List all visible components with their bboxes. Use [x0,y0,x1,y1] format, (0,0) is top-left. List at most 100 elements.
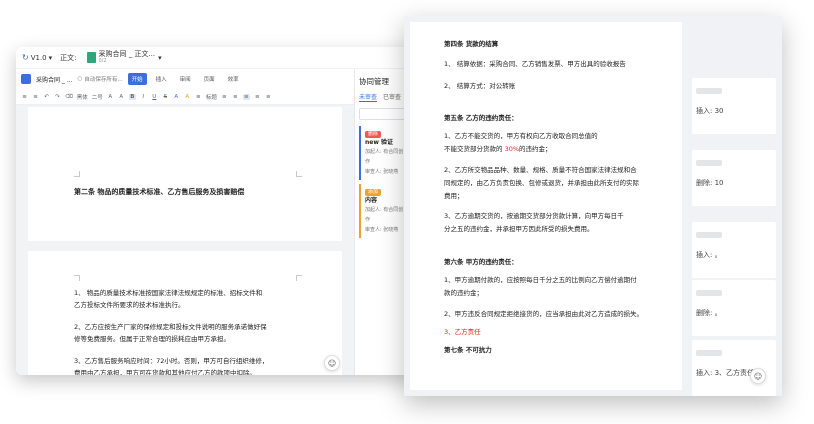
paragraph-line: 1、 结算依据：采购合同、乙方销售发票、甲方出具的验收报告 [444,60,626,68]
author-name [696,160,722,166]
revision-item[interactable]: 插入: 30 [692,78,776,134]
card-author: 加起人: 有合同创作 [365,207,404,223]
card-title: 内容 [365,197,378,204]
revision-item[interactable]: 删除: 10 [692,150,776,206]
crop-mark [296,275,302,281]
document-canvas[interactable]: 第二条 物品的质量技术标准、乙方售后服务及损害赔偿 1、 物品的质量技术标准按国… [16,105,354,375]
font-size-select[interactable]: 二号 [92,93,103,101]
paragraph-line: 2、乙方所交物品品种、数量、规格、质量不符合国家法律法规和合 [444,166,637,174]
redo-icon[interactable]: ↷ [54,94,61,100]
author-name [696,350,722,356]
body-label: 正文: [60,53,77,62]
menu-tab-insert[interactable]: 插入 [152,73,171,85]
status-badge: 删除 [365,131,382,138]
card-reviewer: 审查人: 张晓燕 [365,227,399,233]
menu-tab-review[interactable]: 审阅 [176,73,195,85]
revision-item[interactable]: 删除: 。 [692,280,776,336]
paragraph-line: 不能交货部分货款的 30%的违约金； [444,145,552,153]
author-name [696,88,722,94]
paragraph-line: 款的违约金； [444,289,483,297]
undo-icon[interactable]: ↶ [43,94,50,100]
revision-text: 插入: 。 [696,251,722,259]
version-selector[interactable]: ↻ V1.0 ▾ [22,53,52,62]
revision-text: 删除: 。 [696,309,722,317]
revision-text: 删除: 10 [696,179,724,187]
paragraph-line: 分之五的违约金，并承担甲方因此所受的损失费用。 [444,225,594,233]
clause-heading: 第二条 物品的质量技术标准、乙方售后服务及损害赔偿 [74,188,245,196]
paragraph-line: 3、乙方逾期交货的，按逾期交货部分货款计算，向甲方每日千 [444,212,624,220]
document-title: 采购合同 _ 正文... [98,49,156,58]
editor-doc-name: 采购合同 _ ... [36,76,73,84]
author-name [696,290,722,296]
paragraph-line: 乙方投标文件所要求的技术标准执行。 [74,301,185,309]
title-bar: ↻ V1.0 ▾ 正文: 采购合同 _ 正文... 0/2 ▾ [16,47,416,69]
menu-tab-efficiency[interactable]: 效率 [224,73,243,85]
clause-heading: 第七条 不可抗力 [444,346,492,354]
paragraph-line: 3、乙方售后服务响应时间：72小时。否则，甲方可自行组织维修， [74,357,269,365]
font-grow-icon[interactable]: A [107,94,114,100]
document-page: 第二条 物品的质量技术标准、乙方售后服务及损害赔偿 [28,107,342,241]
list-icon[interactable]: ≡ [21,94,28,100]
align-left-icon[interactable]: ≡ [221,94,228,100]
paragraph-line: 费用由乙方承担，甲方可在货款和其他应付乙方的款项中扣除。 [74,369,256,375]
justify-icon[interactable]: ≡ [254,94,261,100]
align-right-icon[interactable]: ≡ [242,93,250,100]
revision-text: 插入: 3、乙方责任 [696,369,755,377]
card-author: 加起人: 有合同创作 [365,149,404,165]
document-page[interactable]: 第四条 货款的结算 1、 结算依据：采购合同、乙方销售发票、甲方出具的验收报告 … [410,22,682,390]
revision-text: 插入: 30 [696,107,724,115]
revision-list: 插入: 30 删除: 10 插入: 。 删除: 。 插入: 3、乙方责任 [692,22,776,396]
clause-heading: 第四条 货款的结算 [444,40,499,48]
assistant-icon[interactable]: ☺ [324,355,340,371]
menu-tab-start[interactable]: 开始 [127,73,147,85]
list-icon[interactable]: ≡ [32,94,39,100]
highlight-icon[interactable]: A [184,94,191,100]
paragraph-line: 2、甲方违反合同规定拒绝接货的，应当承担由此对乙方造成的损失。 [444,310,644,318]
font-family-select[interactable]: 黑体 [77,93,88,101]
font-shrink-icon[interactable]: A [118,94,125,100]
heading-style-select[interactable]: 标题 [206,93,217,101]
foreground-document-window: 第四条 货款的结算 1、 结算依据：采购合同、乙方销售发票、甲方出具的验收报告 … [404,16,782,396]
paragraph-line: 1、乙方不能交货的，甲方有权向乙方收取合同总值的 [444,132,598,140]
clause-heading: 第六条 甲方的违约责任： [444,258,518,266]
bold-button[interactable]: B [128,93,136,100]
tab-reviewed[interactable]: 已审查 [383,92,401,102]
version-label: V1.0 [30,53,47,62]
clause-heading: 第五条 乙方的违约责任： [444,114,518,122]
assistant-icon[interactable]: ☺ [750,368,766,384]
inserted-paragraph: 3、乙方责任 [444,328,481,336]
document-selector[interactable]: 采购合同 _ 正文... 0/2 ▾ [86,49,162,65]
menu-tab-page[interactable]: 页面 [200,73,219,85]
app-logo-icon [21,74,31,84]
italic-button[interactable]: I [140,94,147,100]
autosave-status: ○ 自动保存所有... [78,75,123,83]
chevron-down-icon: ▾ [48,53,53,62]
paragraph-line: 费用； [444,192,464,200]
paragraph-line: 2、乙方应按生产厂家的保修规定和投标文件说明的服务承诺做好保 [74,323,267,331]
align-center-icon[interactable]: ≡ [232,94,239,100]
paragraph-line: 修等免费服务。但属于正常合理的损耗应由甲方承担。 [74,335,230,343]
card-title: new 验证 [365,139,393,146]
paragraph-line: 1、 物品的质量技术标准按国家法律法规规定的标准、招标文件和 [74,289,263,297]
paragraph-line: 同规定的，由乙方负责包换、包修或退货，并承担由此所支付的实际 [444,179,639,187]
crop-mark [296,171,302,177]
author-name [696,232,722,238]
background-editor-window: ↻ V1.0 ▾ 正文: 采购合同 _ 正文... 0/2 ▾ 采购合同 _ .… [16,47,416,375]
align-icon[interactable]: ≡ [195,94,202,100]
eraser-icon[interactable]: ⌫ [65,94,73,100]
document-icon [86,52,96,63]
revision-item[interactable]: 插入: 。 [692,222,776,278]
cloud-icon: ○ [77,76,83,82]
line-spacing-icon[interactable]: ≡ [265,94,272,100]
revision-item[interactable]: 插入: 3、乙方责任 [692,340,776,396]
underline-button[interactable]: U [151,94,158,100]
tab-unreviewed[interactable]: 未审查 [359,92,378,102]
status-badge: 添加 [365,189,382,196]
card-reviewer: 审查人: 张晓燕 [365,169,399,175]
paragraph-line: 2、 结算方式：对公转账 [444,82,516,90]
font-color-icon[interactable]: A [173,94,180,100]
chevron-down-icon: ▾ [158,53,162,62]
strikethrough-button[interactable]: S [162,94,169,100]
crop-mark [74,171,80,177]
crop-mark [74,275,80,281]
